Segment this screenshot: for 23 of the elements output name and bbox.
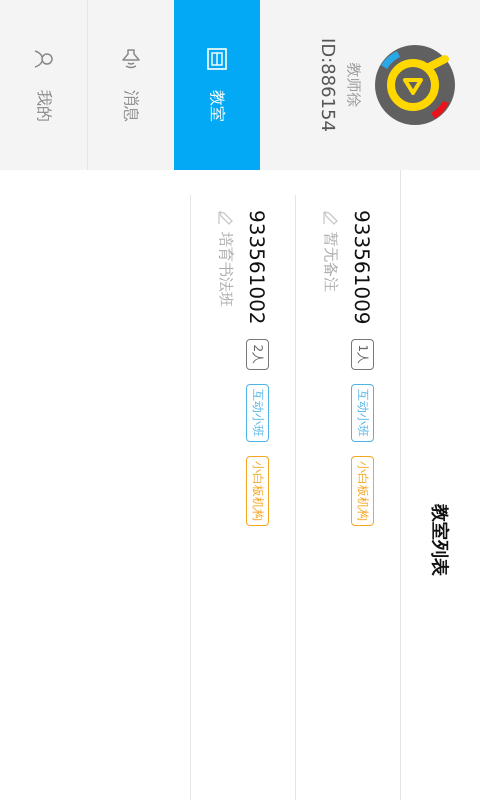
classroom-note: 暂无备注	[322, 232, 340, 292]
user-name: 教师徐	[344, 62, 363, 108]
classroom-card[interactable]: 933561009 1人 互动小班 小白板机构 暂无备注	[295, 195, 400, 800]
classroom-tag: 互动小班	[351, 384, 374, 442]
page-title: 教室列表	[428, 504, 452, 576]
nav-tab[interactable]: 教室	[174, 0, 260, 170]
classroom-tag: 小白板机构	[351, 456, 374, 526]
speaker-icon	[121, 48, 141, 70]
classroom-tag: 互动小班	[246, 384, 269, 442]
classroom-card[interactable]: 933561002 2人 互动小班 小白板机构 培育书法班	[190, 195, 295, 800]
member-count: 2人	[246, 338, 269, 370]
classroom-tag: 小白板机构	[246, 456, 269, 526]
classroom-number: 933561009	[350, 210, 374, 325]
user-id: ID:886154	[317, 38, 338, 132]
pencil-icon	[323, 210, 339, 226]
classroom-number: 933561002	[246, 210, 270, 325]
pencil-icon	[218, 210, 234, 226]
classroom-note: 培育书法班	[216, 232, 236, 307]
avatar-icon[interactable]	[375, 45, 455, 125]
nav-tab[interactable]: 消息	[88, 0, 174, 170]
classroom-icon	[207, 48, 227, 70]
person-icon	[34, 48, 54, 70]
member-count: 1人	[351, 338, 374, 370]
